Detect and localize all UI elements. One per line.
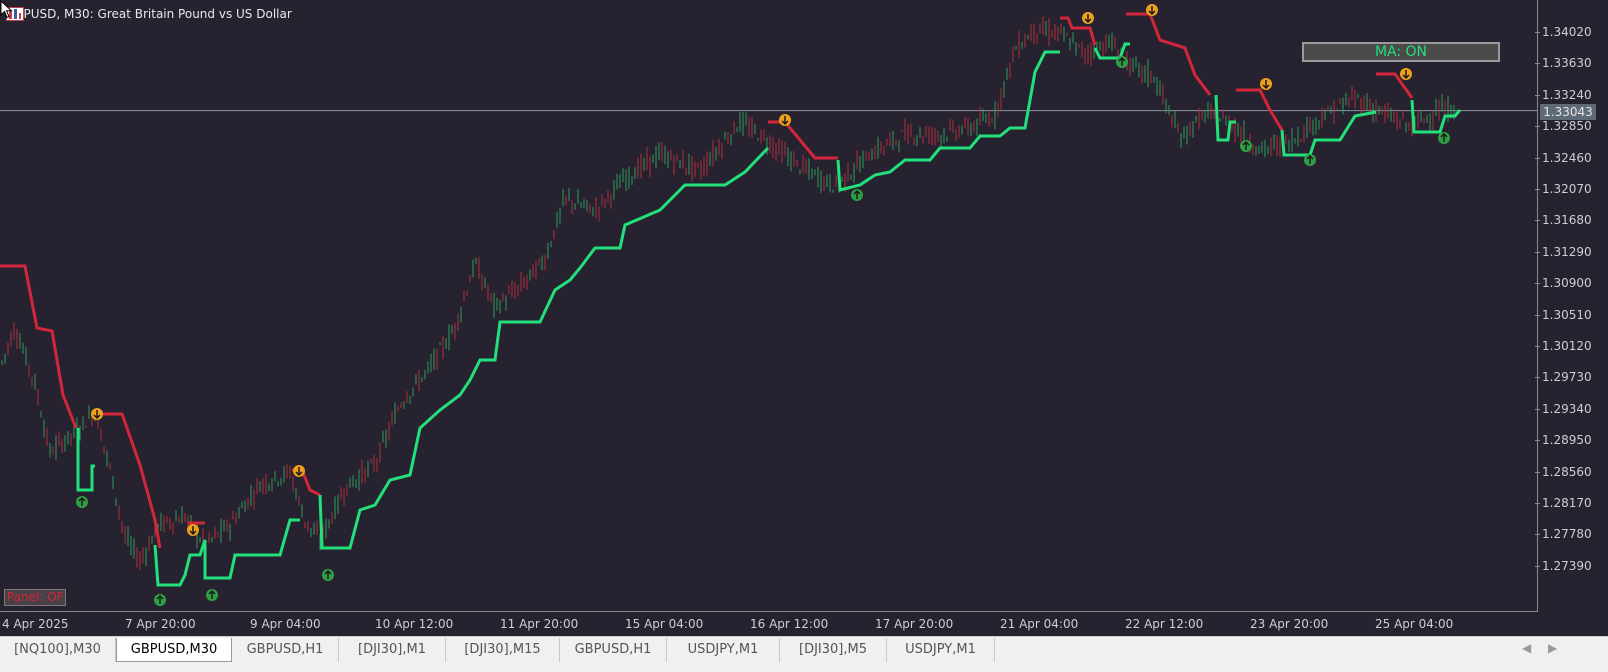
- chart-title-bar: GBPUSD, M30: Great Britain Pound vs US D…: [6, 7, 292, 21]
- tab-gbpusd-m30[interactable]: GBPUSD,M30: [116, 638, 232, 662]
- time-tick-label: 23 Apr 20:00: [1250, 617, 1329, 631]
- price-tick-label: 1.29730: [1535, 370, 1592, 384]
- time-axis[interactable]: 4 Apr 2025 7 Apr 20:00 9 Apr 04:00 10 Apr 1…: [0, 612, 1538, 636]
- tab-usdjpy-m1[interactable]: USDJPY,M1: [887, 638, 995, 662]
- price-tick-label: 1.32850: [1535, 119, 1592, 133]
- time-tick-label: 10 Apr 12:00: [375, 617, 454, 631]
- ma-toggle-button[interactable]: MA: ON: [1302, 42, 1500, 62]
- chart-symbol-title: GBPUSD, M30: Great Britain Pound vs US D…: [6, 7, 292, 21]
- trailing-stop-down-line: [1236, 88, 1284, 131]
- price-tick-label: 1.27780: [1535, 527, 1592, 541]
- time-tick-label: 21 Apr 04:00: [1000, 617, 1079, 631]
- tab-gbpusd-h1[interactable]: GBPUSD,H1: [560, 638, 667, 662]
- price-tick-label: 1.33630: [1535, 56, 1592, 70]
- trailing-stop-up-line: [318, 146, 770, 550]
- current-price-label: 1.33043: [1540, 104, 1596, 120]
- price-tick-label: 1.28950: [1535, 433, 1592, 447]
- time-tick-label: 9 Apr 04:00: [250, 617, 321, 631]
- time-tick-label: 16 Apr 12:00: [750, 617, 829, 631]
- time-tick-label: 11 Apr 20:00: [500, 617, 579, 631]
- time-tick-label: 17 Apr 20:00: [875, 617, 954, 631]
- tab-usdjpy-m1[interactable]: USDJPY,M1: [667, 638, 780, 662]
- trailing-stop-up-line: [836, 50, 1060, 192]
- scroll-left-icon[interactable]: ◀: [1522, 641, 1531, 655]
- price-tick-label: 1.30120: [1535, 339, 1592, 353]
- panel-toggle-button[interactable]: Panel: OF: [4, 589, 66, 606]
- time-tick-label: 25 Apr 04:00: [1375, 617, 1454, 631]
- tab-nq100-m30[interactable]: [NQ100],M30: [0, 638, 116, 662]
- tab-dji30-m15[interactable]: [DJI30],M15: [446, 638, 560, 662]
- price-chart-plot[interactable]: GBPUSD, M30: Great Britain Pound vs US D…: [0, 0, 1538, 612]
- price-tick-label: 1.34020: [1535, 25, 1592, 39]
- time-tick-label: 7 Apr 20:00: [125, 617, 196, 631]
- time-tick-label: 22 Apr 12:00: [1125, 617, 1204, 631]
- time-tick-label: 4 Apr 2025: [2, 617, 69, 631]
- time-tick-label: 15 Apr 04:00: [625, 617, 704, 631]
- price-tick-label: 1.30510: [1535, 308, 1592, 322]
- chart-tab-bar: [NQ100],M30 GBPUSD,M30 GBPUSD,H1 [DJI30],M1…: [0, 636, 1608, 672]
- tab-dji30-m5[interactable]: [DJI30],M5: [780, 638, 887, 662]
- tab-gbpusd-h1[interactable]: GBPUSD,H1: [232, 638, 339, 662]
- chart-window[interactable]: GBPUSD, M30: Great Britain Pound vs US D…: [0, 0, 1608, 636]
- trailing-stop-down-line: [1126, 12, 1212, 96]
- price-tick-label: 1.31680: [1535, 213, 1592, 227]
- price-tick-label: 1.30900: [1535, 276, 1592, 290]
- price-tick-label: 1.28560: [1535, 465, 1592, 479]
- price-tick-label: 1.29340: [1535, 402, 1592, 416]
- price-tick-label: 1.32460: [1535, 151, 1592, 165]
- price-axis[interactable]: 1.34020 1.33630 1.33240 1.32850 1.32460 1.320…: [1535, 0, 1608, 612]
- price-tick-label: 1.33240: [1535, 88, 1592, 102]
- trailing-stop-up-line: [76, 428, 95, 492]
- price-tick-label: 1.27390: [1535, 559, 1592, 573]
- price-tick-label: 1.32070: [1535, 182, 1592, 196]
- scroll-right-icon[interactable]: ▶: [1548, 641, 1557, 655]
- mouse-cursor-icon: [0, 0, 13, 19]
- trailing-stop-up-line: [1280, 110, 1377, 157]
- price-tick-label: 1.31290: [1535, 245, 1592, 259]
- candlestick-chart[interactable]: [0, 0, 1538, 612]
- price-tick-label: 1.28170: [1535, 496, 1592, 510]
- tab-dji30-m1[interactable]: [DJI30],M1: [339, 638, 446, 662]
